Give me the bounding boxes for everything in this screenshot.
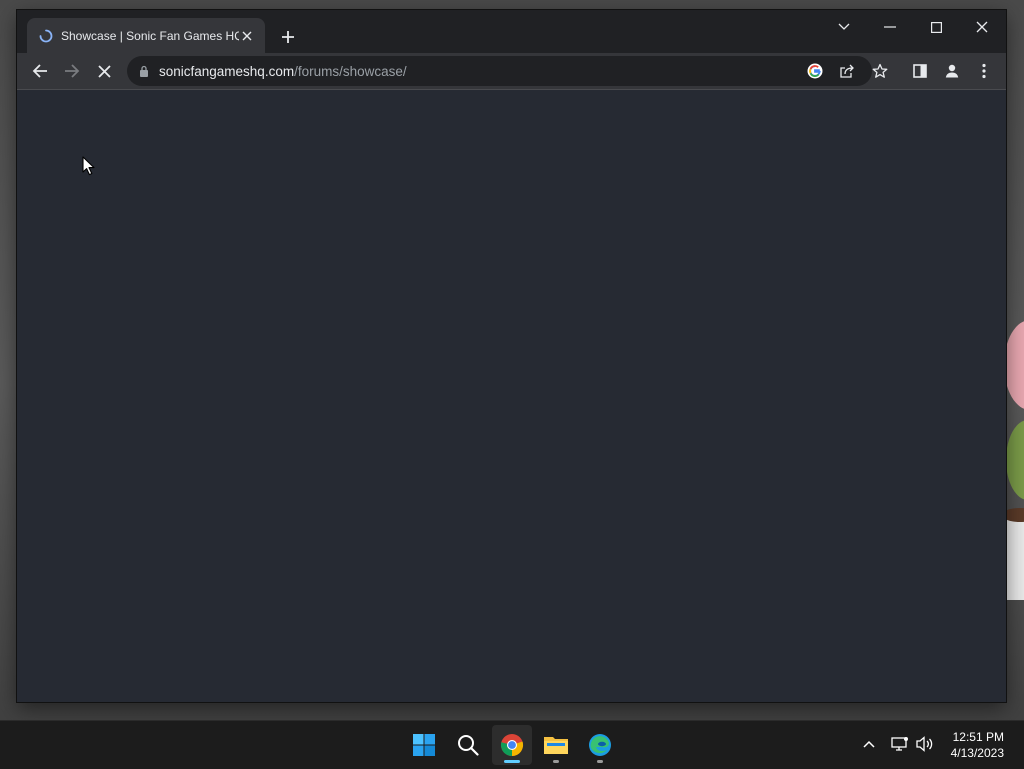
- browser-window: Showcase | Sonic Fan Games HQ sonicfanga…: [17, 10, 1006, 702]
- profile-icon: [945, 64, 959, 78]
- google-icon: [807, 63, 823, 79]
- start-button[interactable]: [404, 725, 444, 765]
- clock-date: 4/13/2023: [950, 746, 1004, 760]
- side-panel-button[interactable]: [905, 56, 935, 86]
- lock-icon: [140, 65, 148, 77]
- search-icon: [458, 735, 479, 756]
- google-lens-button[interactable]: [803, 59, 827, 83]
- running-app-indicator: [553, 760, 559, 763]
- url-host: sonicfangameshq.com: [159, 63, 295, 79]
- new-tab-button[interactable]: [277, 26, 299, 48]
- menu-button[interactable]: [969, 56, 999, 86]
- start-icon: [413, 734, 435, 756]
- side-panel-icon: [913, 64, 927, 78]
- running-app-indicator: [597, 760, 603, 763]
- edge-icon: [589, 734, 611, 756]
- kebab-menu-icon: [982, 63, 986, 79]
- tab-showcase[interactable]: Showcase | Sonic Fan Games HQ: [27, 18, 265, 53]
- taskbar-file-explorer[interactable]: [536, 725, 576, 765]
- chevron-down-icon: [838, 23, 850, 30]
- system-clock[interactable]: 12:51 PM 4/13/2023: [951, 729, 1004, 761]
- tab-strip: Showcase | Sonic Fan Games HQ: [17, 10, 1006, 53]
- file-explorer-icon: [544, 737, 568, 754]
- forward-button[interactable]: [57, 56, 87, 86]
- minimize-icon: [884, 26, 896, 28]
- network-button[interactable]: [889, 733, 911, 755]
- maximize-icon: [930, 21, 942, 33]
- loading-spinner-icon: [39, 29, 53, 42]
- volume-button[interactable]: [914, 733, 936, 755]
- taskbar-chrome[interactable]: [492, 725, 532, 765]
- star-icon: [872, 63, 888, 78]
- share-icon: [840, 64, 854, 78]
- tab-title: Showcase | Sonic Fan Games HQ: [61, 28, 239, 43]
- minimize-button[interactable]: [870, 13, 910, 41]
- taskbar: 12:51 PM 4/13/2023: [0, 720, 1024, 769]
- chevron-up-icon: [863, 740, 875, 748]
- active-app-indicator: [504, 760, 520, 763]
- browser-toolbar: sonicfangameshq.com/forums/showcase/: [17, 53, 1006, 90]
- address-bar[interactable]: sonicfangameshq.com/forums/showcase/: [127, 56, 872, 86]
- show-hidden-icons-button[interactable]: [858, 733, 880, 755]
- stop-loading-button[interactable]: [89, 56, 119, 86]
- close-tab-icon[interactable]: [239, 28, 255, 44]
- share-button[interactable]: [835, 59, 859, 83]
- close-window-button[interactable]: [962, 13, 1002, 41]
- bookmark-button[interactable]: [865, 56, 895, 86]
- url-path: /forums/showcase/: [294, 63, 407, 79]
- stop-icon: [97, 64, 111, 78]
- close-icon: [976, 21, 988, 33]
- speaker-icon: [916, 736, 933, 752]
- taskbar-edge[interactable]: [580, 725, 620, 765]
- search-button[interactable]: [448, 725, 488, 765]
- clock-time: 12:51 PM: [952, 730, 1004, 744]
- page-content: [17, 90, 1006, 702]
- mouse-cursor-icon: [82, 156, 95, 176]
- url-text: sonicfangameshq.com/forums/showcase/: [159, 64, 407, 79]
- maximize-button[interactable]: [916, 13, 956, 41]
- tab-search-button[interactable]: [824, 13, 864, 41]
- back-button[interactable]: [25, 56, 55, 86]
- chrome-icon: [500, 734, 524, 757]
- arrow-left-icon: [32, 64, 47, 78]
- profile-button[interactable]: [937, 56, 967, 86]
- arrow-right-icon: [65, 64, 80, 78]
- network-icon: [891, 737, 908, 751]
